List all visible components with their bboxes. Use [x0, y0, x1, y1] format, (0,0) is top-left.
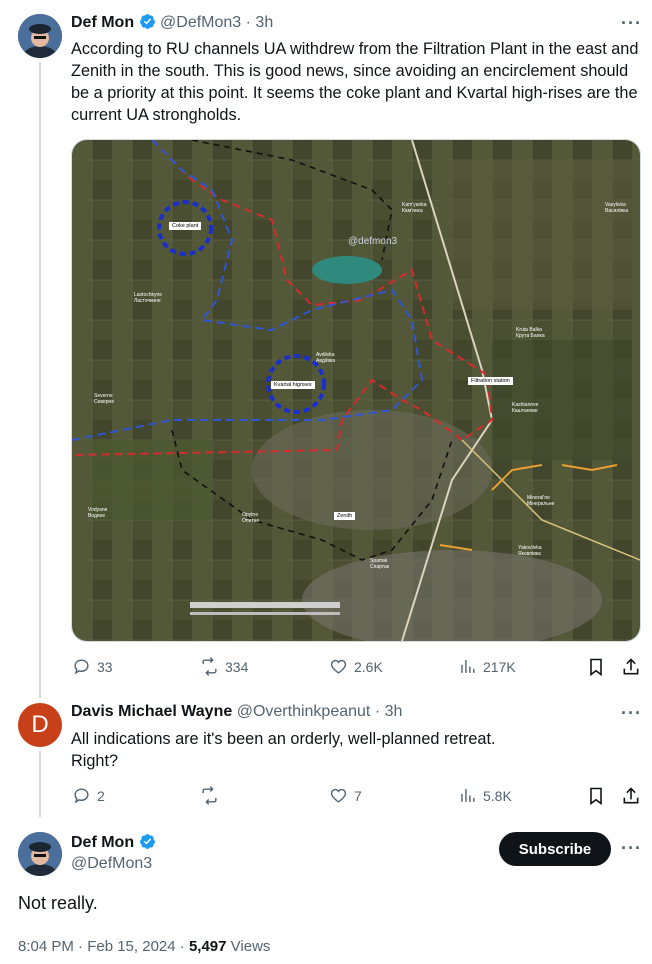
bookmark-button[interactable] — [586, 786, 606, 811]
share-button[interactable] — [621, 786, 641, 811]
tweet-header: Def Mon — [71, 833, 156, 852]
repost-icon — [202, 657, 217, 676]
views-count: 5.8K — [483, 787, 512, 804]
tweet-text: All indications are it's been an orderly… — [71, 728, 641, 772]
views-button[interactable]: 217K — [458, 657, 516, 676]
map-svg — [72, 140, 640, 641]
analytics-icon — [461, 789, 475, 802]
avatar-initial: D — [31, 711, 49, 738]
map-town-label: Opytne Опитне — [242, 512, 260, 524]
map-town-label: Vasylivka Василівка — [605, 202, 629, 214]
tweet-meta: 8:04 PM · Feb 15, 2024 · 5,497 Views — [18, 938, 270, 955]
bookmark-icon — [590, 787, 602, 806]
avatar[interactable] — [18, 832, 62, 876]
map-town-label: Lastochkyne Ласточкине — [134, 292, 163, 304]
map-town-label: Vodyane Водяне — [88, 507, 108, 519]
tweet-header: Def Mon @DefMon3 · 3h — [71, 14, 274, 31]
map-label-filtration: Filtration station — [468, 377, 513, 385]
avatar[interactable]: D — [18, 703, 62, 747]
views-count: 5,497 — [188, 938, 227, 955]
heart-icon — [330, 659, 347, 674]
tweet-time[interactable]: 3h — [385, 703, 403, 720]
verified-icon — [139, 834, 155, 849]
map-town-label: Spartak Спартак — [370, 558, 389, 570]
avatar[interactable] — [18, 14, 62, 58]
tweet-text: According to RU channels UA withdrew fro… — [71, 40, 639, 124]
thread-line — [39, 62, 41, 698]
author-name[interactable]: Def Mon — [71, 14, 134, 31]
reply-count: 33 — [97, 658, 113, 675]
share-icon — [623, 658, 639, 675]
avatar-image — [18, 14, 62, 58]
share-button[interactable] — [621, 657, 641, 682]
map-town-label: Yakovlivka Яковлівка — [518, 545, 542, 557]
repost-count: 334 — [225, 658, 249, 675]
map-town-label: Severne Северне — [94, 393, 115, 405]
views-button[interactable]: 5.8K — [458, 786, 512, 805]
analytics-icon — [461, 660, 475, 673]
like-count: 2.6K — [354, 658, 383, 675]
views-count: 217K — [483, 658, 516, 675]
reply-button[interactable]: 33 — [72, 657, 113, 676]
author-handle[interactable]: @DefMon3 — [71, 855, 152, 873]
author-name[interactable]: Def Mon — [71, 834, 134, 851]
map-town-label: Kruta Balka Крута Балка — [516, 327, 545, 339]
map-town-label: Mineral'ne Мінеральне — [527, 495, 555, 507]
tweet-text-line: All indications are it's been an orderly… — [71, 730, 496, 748]
map-town-label: Kashtanove Каштанове — [512, 402, 539, 414]
map-label-coke: Coke plant — [169, 222, 202, 230]
bookmark-icon — [590, 658, 602, 677]
like-count: 7 — [354, 787, 362, 804]
tweet-timestamp[interactable]: 8:04 PM · Feb 15, 2024 · — [18, 938, 189, 955]
reply-icon — [74, 788, 89, 804]
author-handle[interactable]: @DefMon3 — [160, 14, 241, 31]
bookmark-button[interactable] — [586, 657, 606, 682]
share-icon — [623, 787, 639, 804]
repost-button[interactable]: 334 — [200, 657, 248, 676]
tweet-header: Davis Michael Wayne @Overthinkpeanut · 3… — [71, 703, 403, 720]
map-label-kvartal: Kvartal higrises — [271, 381, 315, 389]
repost-button[interactable] — [200, 786, 225, 805]
map-town-label: Avdiivka Авдіївка — [316, 352, 336, 364]
map-label-zenith: Zenith — [334, 512, 356, 520]
reply-button[interactable]: 2 — [72, 786, 105, 805]
map-image[interactable]: Coke plant Kvartal higrises Filtration s… — [71, 139, 641, 642]
thread-line — [39, 751, 41, 817]
map-town-label: Kam'yanka Кам'янка — [402, 202, 427, 214]
more-icon[interactable]: ··· — [621, 703, 642, 724]
more-icon[interactable]: ··· — [621, 13, 642, 34]
more-icon[interactable]: ··· — [621, 838, 642, 859]
verified-icon — [139, 14, 155, 29]
author-handle[interactable]: @Overthinkpeanut — [237, 703, 371, 720]
avatar-image — [18, 832, 62, 876]
map-watermark: @defmon3 — [348, 236, 398, 247]
views-label: Views — [230, 938, 271, 955]
reply-count: 2 — [97, 787, 105, 804]
reply-icon — [74, 659, 89, 675]
subscribe-button[interactable]: Subscribe — [499, 832, 611, 866]
like-button[interactable]: 7 — [329, 786, 362, 805]
tweet-text: Not really. — [18, 893, 98, 913]
tweet-time[interactable]: 3h — [255, 14, 273, 31]
tweet-text-line: Right? — [71, 752, 119, 770]
author-name[interactable]: Davis Michael Wayne — [71, 703, 232, 720]
repost-icon — [202, 786, 217, 805]
like-button[interactable]: 2.6K — [329, 657, 383, 676]
heart-icon — [330, 788, 347, 803]
